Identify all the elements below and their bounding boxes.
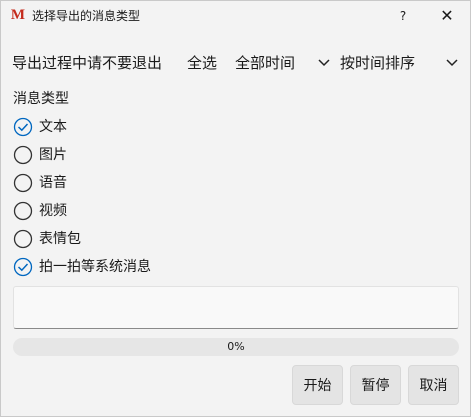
check-circle-icon[interactable] xyxy=(13,117,33,137)
select-all-button[interactable]: 全选 xyxy=(187,53,217,73)
help-button[interactable]: ? xyxy=(381,1,425,31)
chevron-down-icon[interactable] xyxy=(445,58,459,68)
close-icon: ✕ xyxy=(440,6,454,25)
radio-circle-icon[interactable] xyxy=(13,145,33,165)
message-type-option[interactable]: 文本 xyxy=(13,116,313,138)
radio-circle-icon[interactable] xyxy=(13,201,33,221)
message-type-option[interactable]: 拍一拍等系统消息 xyxy=(13,256,313,278)
message-type-option[interactable]: 视频 xyxy=(13,200,313,222)
radio-circle-icon[interactable] xyxy=(13,229,33,249)
message-type-option[interactable]: 图片 xyxy=(13,144,313,166)
export-dialog: M 选择导出的消息类型 ? ✕ 导出过程中请不要退出 全选 全部时间 按时间排序… xyxy=(0,0,471,417)
message-type-option[interactable]: 表情包 xyxy=(13,228,313,250)
message-type-label: 消息类型 xyxy=(13,91,69,107)
toolbar: 导出过程中请不要退出 全选 全部时间 按时间排序 xyxy=(1,49,470,77)
radio-circle-icon[interactable] xyxy=(13,173,33,193)
title-bar: M 选择导出的消息类型 ? ✕ xyxy=(1,1,470,31)
progress-bar: 0% xyxy=(13,338,459,356)
message-type-option-label: 表情包 xyxy=(39,231,81,247)
time-filter-dropdown[interactable]: 全部时间 xyxy=(235,53,295,73)
start-button[interactable]: 开始 xyxy=(292,365,343,405)
message-type-option-label: 拍一拍等系统消息 xyxy=(39,259,151,275)
progress-label: 0% xyxy=(227,340,245,353)
export-notice: 导出过程中请不要退出 xyxy=(12,54,163,72)
message-type-option-label: 视频 xyxy=(39,203,67,219)
message-type-option-label: 语音 xyxy=(39,175,67,191)
pause-button[interactable]: 暂停 xyxy=(350,365,401,405)
message-type-option[interactable]: 语音 xyxy=(13,172,313,194)
window-title: 选择导出的消息类型 xyxy=(32,9,141,23)
log-textbox[interactable] xyxy=(13,286,459,329)
sort-order-dropdown[interactable]: 按时间排序 xyxy=(340,53,415,73)
app-logo: M xyxy=(10,7,26,23)
cancel-button[interactable]: 取消 xyxy=(408,365,459,405)
check-circle-icon[interactable] xyxy=(13,257,33,277)
message-type-option-label: 图片 xyxy=(39,147,67,163)
chevron-down-icon[interactable] xyxy=(317,58,331,68)
message-type-option-label: 文本 xyxy=(39,119,67,135)
close-button[interactable]: ✕ xyxy=(425,1,469,31)
